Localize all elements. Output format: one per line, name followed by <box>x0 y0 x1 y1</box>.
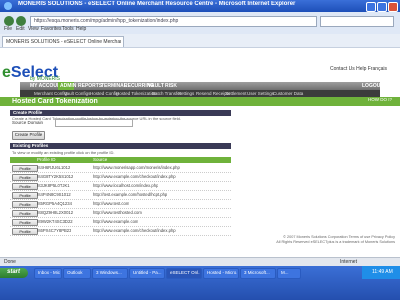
top-links[interactable]: Contact Us Help Français <box>330 66 387 72</box>
tab-bar: MONERIS SOLUTIONS - eSELECT Online Merch… <box>0 34 400 48</box>
table-row: Profile ht9W2KT4SC3D22 http://www.exampl… <box>10 218 231 227</box>
table-row: Profile ht4P4N8C9S1012 http://test.examp… <box>10 191 231 200</box>
profile-id[interactable]: ht4P4N8C9S1012 <box>37 192 71 197</box>
existing-profiles-hint: To view or modify an existing profile cl… <box>12 150 115 155</box>
table-row: Profile ht4H6RJU6L1012 http://www.moneri… <box>10 164 231 173</box>
profile-button[interactable]: Profile <box>12 192 38 199</box>
back-arrow-icon[interactable] <box>4 16 14 26</box>
subnav-hosted-config[interactable]: Hosted Config <box>90 91 119 96</box>
ie-icon <box>4 2 12 10</box>
status-text: Done <box>4 259 16 265</box>
page-title: Hosted Card Tokenization <box>12 98 98 105</box>
profile-button[interactable]: Profile <box>12 210 38 217</box>
taskbar-item[interactable]: Hosted - Micro... <box>203 268 239 279</box>
browser-tab[interactable]: MONERIS SOLUTIONS - eSELECT Online Merch… <box>2 36 124 47</box>
table-row: Profile ht4G8TY2K5S1012 http://www.examp… <box>10 173 231 182</box>
profiles-table-header: Profile ID Source <box>10 157 231 163</box>
subnav-hosted-tokenization[interactable]: Hosted Tokenization <box>116 91 156 96</box>
how-do-i-link[interactable]: HOW DO I? <box>368 97 392 102</box>
minimize-button[interactable] <box>366 2 376 12</box>
profile-id[interactable]: ht5RGP5A4Q1234 <box>37 201 72 206</box>
profile-url: http://www.monerisapp.com/moneris/index.… <box>93 165 180 170</box>
menu-favorites[interactable]: Favorites <box>41 26 62 32</box>
address-url: https://esqa.moneris.com/mpg/admin/hpp_t… <box>34 18 179 24</box>
table-row: Profile ht6PX4C7Y8PB23 http://www.exampl… <box>10 227 231 236</box>
profile-url: http://www.example.com/checkout/index.ph… <box>93 174 176 179</box>
menu-view[interactable]: View <box>28 26 39 32</box>
window-titlebar: MONERIS SOLUTIONS - eSELECT Online Merch… <box>0 0 400 12</box>
browser-tab-label: MONERIS SOLUTIONS - eSELECT Online Merch… <box>6 39 121 45</box>
secondary-nav: Merchant Config Vault Configs Hosted Con… <box>20 90 380 97</box>
profile-url: http://www.test.com <box>93 201 130 206</box>
taskbar-item[interactable]: Untitled - Pa... <box>129 268 165 279</box>
site-footer: © 2007 Moneris Solutions Corporation Ter… <box>265 235 395 245</box>
nav-vault[interactable]: VAULT <box>148 83 164 89</box>
profile-button[interactable]: Profile <box>12 174 38 181</box>
profile-url: http://test.example.com/hosted/hcpt.php <box>93 192 168 197</box>
table-row: Profile ht3JK8P5L0TJK1 http://www.localh… <box>10 182 231 191</box>
start-button[interactable]: start <box>0 268 28 278</box>
forward-arrow-icon[interactable] <box>16 16 26 26</box>
nav-reports[interactable]: REPORTS <box>78 83 102 89</box>
col-profile-id: Profile ID <box>37 157 56 162</box>
profile-url: http://www.example.com <box>93 219 139 224</box>
clock: 11:49 AM <box>372 269 393 275</box>
table-row: Profile ht8QZ9H8L2X0012 http://www.testh… <box>10 209 231 218</box>
profile-button[interactable]: Profile <box>12 219 38 226</box>
profile-url: http://www.example.com/checkout/index.ph… <box>93 228 176 233</box>
profile-id[interactable]: ht4G8TY2K5S1012 <box>37 174 73 179</box>
status-zone: Internet <box>340 259 357 265</box>
profile-button[interactable]: Profile <box>12 183 38 190</box>
profile-url: http://www.localhost.com/index.php <box>93 183 159 188</box>
profile-id[interactable]: ht3JK8P5L0TJK1 <box>37 183 70 188</box>
taskbar-item[interactable]: 3 Windows... <box>92 268 128 279</box>
taskbar-item[interactable]: Inbox - Micro... <box>34 268 62 279</box>
nav-logout[interactable]: LOGOUT <box>362 83 383 89</box>
source-domain-input[interactable] <box>55 119 133 127</box>
profile-button[interactable]: Profile <box>12 228 38 235</box>
menu-help[interactable]: Help <box>76 26 86 32</box>
footer-line-2: All Rights Reserved eSELECTplus is a tra… <box>276 240 395 244</box>
taskbar-item[interactable]: M... <box>277 268 301 279</box>
subnav-settlement[interactable]: Settlement <box>225 91 247 96</box>
profile-id[interactable]: ht9W2KT4SC3D22 <box>37 219 73 224</box>
nav-admin[interactable]: ADMIN <box>60 83 76 89</box>
existing-profiles-header: Existing Profiles <box>10 143 231 149</box>
subnav-batch-transfer[interactable]: Batch Transfer <box>152 91 181 96</box>
subnav-settings[interactable]: Settings <box>178 91 194 96</box>
maximize-button[interactable] <box>377 2 387 12</box>
taskbar-item[interactable]: Outlook <box>63 268 91 279</box>
table-row: Profile ht5RGP5A4Q1234 http://www.test.c… <box>10 200 231 209</box>
profile-id[interactable]: ht8QZ9H8L2X0012 <box>37 210 73 215</box>
profile-button[interactable]: Profile <box>12 201 38 208</box>
create-profile-button[interactable]: Create Profile <box>12 131 45 140</box>
nav-risk[interactable]: RISK <box>165 83 177 89</box>
taskbar-item-active[interactable]: eSELECT Onl... <box>166 268 202 279</box>
menu-file[interactable]: File <box>4 26 12 32</box>
subnav-customer-data[interactable]: Customer Data <box>273 91 303 96</box>
col-source: Source <box>93 157 108 162</box>
subnav-user-settings[interactable]: User Settings <box>247 91 274 96</box>
nav-terminal[interactable]: TERMINAL <box>101 83 127 89</box>
profile-button[interactable]: Profile <box>12 165 38 172</box>
profile-url: http://www.testhosted.com <box>93 210 142 215</box>
close-button[interactable] <box>388 2 398 12</box>
subnav-merchant-config[interactable]: Merchant Config <box>34 91 67 96</box>
window-title: MONERIS SOLUTIONS - eSELECT Online Merch… <box>18 1 296 7</box>
menu-edit[interactable]: Edit <box>16 26 25 32</box>
profile-id[interactable]: ht4H6RJU6L1012 <box>37 165 70 170</box>
primary-nav: MY ACCOUNT ADMIN REPORTS TERMINAL RECURR… <box>20 82 383 90</box>
profile-id[interactable]: ht6PX4C7Y8PB23 <box>37 228 71 233</box>
taskbar-item[interactable]: 3 Microsoft... <box>240 268 276 279</box>
menu-tools[interactable]: Tools <box>62 26 74 32</box>
menu-bar: File Edit View Favorites Tools Help <box>0 26 400 34</box>
source-domain-label: Source Domain <box>12 120 44 125</box>
subnav-vault-configs[interactable]: Vault Configs <box>64 91 90 96</box>
